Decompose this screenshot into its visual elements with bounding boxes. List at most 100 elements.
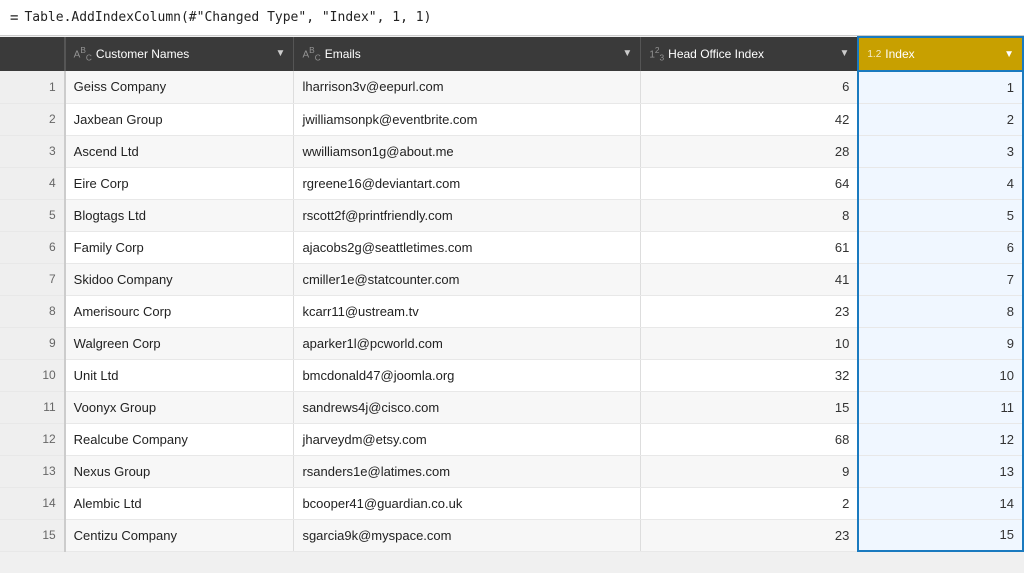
cell-head-office-index: 6 bbox=[641, 71, 859, 103]
cell-index: 3 bbox=[858, 135, 1023, 167]
table-row: 7Skidoo Companycmiller1e@statcounter.com… bbox=[0, 263, 1023, 295]
cell-email: bmcdonald47@joomla.org bbox=[294, 359, 641, 391]
table-row: 3Ascend Ltdwwilliamson1g@about.me283 bbox=[0, 135, 1023, 167]
cell-index: 12 bbox=[858, 423, 1023, 455]
cell-customer-name: Family Corp bbox=[65, 231, 294, 263]
cell-email: jwilliamsonpk@eventbrite.com bbox=[294, 103, 641, 135]
row-number: 11 bbox=[0, 391, 65, 423]
row-number: 4 bbox=[0, 167, 65, 199]
row-number: 5 bbox=[0, 199, 65, 231]
cell-email: aparker1l@pcworld.com bbox=[294, 327, 641, 359]
data-table-container: ABC Customer Names ▼ ABC Emails ▼ 123 bbox=[0, 36, 1024, 552]
cell-index: 14 bbox=[858, 487, 1023, 519]
table-row: 4Eire Corprgreene16@deviantart.com644 bbox=[0, 167, 1023, 199]
table-row: 14Alembic Ltdbcooper41@guardian.co.uk214 bbox=[0, 487, 1023, 519]
cell-email: bcooper41@guardian.co.uk bbox=[294, 487, 641, 519]
cell-head-office-index: 23 bbox=[641, 519, 859, 551]
table-row: 5Blogtags Ltdrscott2f@printfriendly.com8… bbox=[0, 199, 1023, 231]
row-number: 7 bbox=[0, 263, 65, 295]
cell-email: jharveydm@etsy.com bbox=[294, 423, 641, 455]
table-row: 11Voonyx Groupsandrews4j@cisco.com1511 bbox=[0, 391, 1023, 423]
cell-head-office-index: 68 bbox=[641, 423, 859, 455]
abc-icon-emails: ABC bbox=[302, 45, 320, 62]
cell-head-office-index: 15 bbox=[641, 391, 859, 423]
cell-email: sandrews4j@cisco.com bbox=[294, 391, 641, 423]
col-label-emails: Emails bbox=[325, 47, 361, 61]
cell-customer-name: Unit Ltd bbox=[65, 359, 294, 391]
cell-head-office-index: 64 bbox=[641, 167, 859, 199]
table-row: 2 Jaxbean Groupjwilliamsonpk@eventbrite.c… bbox=[0, 103, 1023, 135]
cell-head-office-index: 9 bbox=[641, 455, 859, 487]
cell-head-office-index: 61 bbox=[641, 231, 859, 263]
cell-email: kcarr11@ustream.tv bbox=[294, 295, 641, 327]
cell-email: cmiller1e@statcounter.com bbox=[294, 263, 641, 295]
num-icon-index: 1.2 bbox=[867, 49, 881, 60]
cell-customer-name: Jaxbean Group bbox=[65, 103, 294, 135]
cell-head-office-index: 42 bbox=[641, 103, 859, 135]
row-number: 10 bbox=[0, 359, 65, 391]
col-label-customer-names: Customer Names bbox=[96, 47, 189, 61]
cell-index: 2 bbox=[858, 103, 1023, 135]
table-row: 9Walgreen Corpaparker1l@pcworld.com109 bbox=[0, 327, 1023, 359]
row-number: 8 bbox=[0, 295, 65, 327]
cell-email: rscott2f@printfriendly.com bbox=[294, 199, 641, 231]
col-label-index: Index bbox=[885, 47, 914, 61]
cell-index: 10 bbox=[858, 359, 1023, 391]
cell-head-office-index: 28 bbox=[641, 135, 859, 167]
cell-email: lharrison3v@eepurl.com bbox=[294, 71, 641, 103]
row-number: 6 bbox=[0, 231, 65, 263]
table-row: 10Unit Ltdbmcdonald47@joomla.org3210 bbox=[0, 359, 1023, 391]
dropdown-icon-names[interactable]: ▼ bbox=[276, 48, 286, 59]
formula-bar: = Table.AddIndexColumn(#"Changed Type", … bbox=[0, 0, 1024, 36]
dropdown-icon-hoi[interactable]: ▼ bbox=[839, 48, 849, 59]
cell-email: rsanders1e@latimes.com bbox=[294, 455, 641, 487]
cell-index: 15 bbox=[858, 519, 1023, 551]
formula-text: Table.AddIndexColumn(#"Changed Type", "I… bbox=[24, 10, 431, 25]
row-number: 14 bbox=[0, 487, 65, 519]
cell-index: 1 bbox=[858, 71, 1023, 103]
cell-head-office-index: 32 bbox=[641, 359, 859, 391]
cell-customer-name: Skidoo Company bbox=[65, 263, 294, 295]
cell-customer-name: Voonyx Group bbox=[65, 391, 294, 423]
cell-customer-name: Realcube Company bbox=[65, 423, 294, 455]
cell-customer-name: Centizu Company bbox=[65, 519, 294, 551]
cell-customer-name: Nexus Group bbox=[65, 455, 294, 487]
cell-customer-name: Walgreen Corp bbox=[65, 327, 294, 359]
cell-customer-name: Amerisourc Corp bbox=[65, 295, 294, 327]
num-icon-hoi: 123 bbox=[649, 45, 664, 62]
cell-head-office-index: 8 bbox=[641, 199, 859, 231]
data-table: ABC Customer Names ▼ ABC Emails ▼ 123 bbox=[0, 36, 1024, 552]
dropdown-icon-emails[interactable]: ▼ bbox=[622, 48, 632, 59]
cell-email: sgarcia9k@myspace.com bbox=[294, 519, 641, 551]
table-row: 6Family Corpajacobs2g@seattletimes.com61… bbox=[0, 231, 1023, 263]
cell-customer-name: Geiss Company bbox=[65, 71, 294, 103]
row-number: 9 bbox=[0, 327, 65, 359]
row-number: 1 bbox=[0, 71, 65, 103]
cell-index: 11 bbox=[858, 391, 1023, 423]
cell-index: 8 bbox=[858, 295, 1023, 327]
cell-email: ajacobs2g@seattletimes.com bbox=[294, 231, 641, 263]
cell-index: 13 bbox=[858, 455, 1023, 487]
cell-customer-name: Alembic Ltd bbox=[65, 487, 294, 519]
table-row: 15Centizu Companysgarcia9k@myspace.com23… bbox=[0, 519, 1023, 551]
cell-index: 4 bbox=[858, 167, 1023, 199]
cell-head-office-index: 10 bbox=[641, 327, 859, 359]
col-header-index[interactable]: 1.2 Index ▼ bbox=[858, 37, 1023, 71]
row-number: 3 bbox=[0, 135, 65, 167]
table-row: 13Nexus Grouprsanders1e@latimes.com913 bbox=[0, 455, 1023, 487]
abc-icon-names: ABC bbox=[74, 45, 92, 62]
cell-index: 9 bbox=[858, 327, 1023, 359]
cell-index: 6 bbox=[858, 231, 1023, 263]
row-number: 13 bbox=[0, 455, 65, 487]
cell-customer-name: Eire Corp bbox=[65, 167, 294, 199]
row-number: 15 bbox=[0, 519, 65, 551]
col-header-customer-names[interactable]: ABC Customer Names ▼ bbox=[65, 37, 294, 71]
cell-email: wwilliamson1g@about.me bbox=[294, 135, 641, 167]
col-header-emails[interactable]: ABC Emails ▼ bbox=[294, 37, 641, 71]
cell-head-office-index: 41 bbox=[641, 263, 859, 295]
cell-head-office-index: 23 bbox=[641, 295, 859, 327]
equals-sign: = bbox=[10, 10, 18, 26]
dropdown-icon-index[interactable]: ▼ bbox=[1004, 49, 1014, 60]
col-header-head-office-index[interactable]: 123 Head Office Index ▼ bbox=[641, 37, 859, 71]
cell-index: 7 bbox=[858, 263, 1023, 295]
